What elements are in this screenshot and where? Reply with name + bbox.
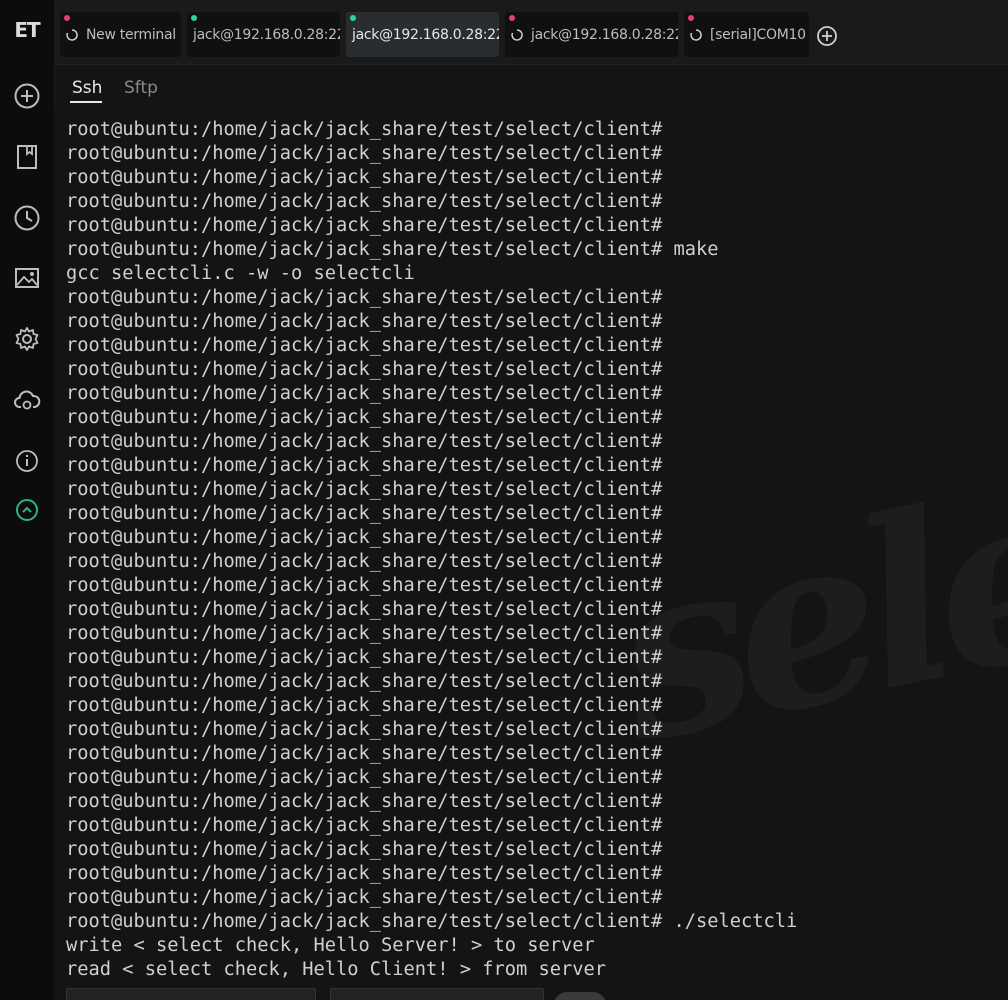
terminal-line: root@ubuntu:/home/jack/jack_share/test/s… <box>66 239 719 260</box>
settings-button[interactable] <box>11 323 43 355</box>
bookmarks-button[interactable] <box>11 141 43 173</box>
terminal-line: root@ubuntu:/home/jack/jack_share/test/s… <box>66 647 663 668</box>
collapse-button[interactable] <box>11 494 43 526</box>
image-icon <box>15 268 39 288</box>
tab-label: [serial]COM10 <box>710 26 806 43</box>
loading-spinner-icon <box>66 28 78 41</box>
tab-ssh-2[interactable]: jack@192.168.0.28:22 <box>346 12 499 57</box>
plus-circle-icon <box>14 83 40 109</box>
batch-input-field[interactable] <box>330 988 544 1000</box>
terminal-line: root@ubuntu:/home/jack/jack_share/test/s… <box>66 719 663 740</box>
chevron-up-circle-icon <box>16 499 38 521</box>
tab-serial[interactable]: [serial]COM10 <box>684 12 809 57</box>
bookmark-icon <box>17 145 37 169</box>
terminal-line: root@ubuntu:/home/jack/jack_share/test/s… <box>66 143 663 164</box>
status-dot <box>350 15 356 21</box>
app-window: ET New terminal jack@192.168.0.28:22 jac… <box>0 0 1008 1000</box>
terminal-line: root@ubuntu:/home/jack/jack_share/test/s… <box>66 887 663 908</box>
info-icon <box>16 450 38 472</box>
terminal-line: root@ubuntu:/home/jack/jack_share/test/s… <box>66 671 663 692</box>
terminal-line: root@ubuntu:/home/jack/jack_share/test/s… <box>66 407 663 428</box>
gear-icon <box>15 327 39 351</box>
terminal-line: root@ubuntu:/home/jack/jack_share/test/s… <box>66 599 663 620</box>
terminal-line: root@ubuntu:/home/jack/jack_share/test/s… <box>66 431 663 452</box>
bottom-bar <box>54 978 1008 1000</box>
terminal-line: write < select check, Hello Server! > to… <box>66 935 595 956</box>
terminal-line: root@ubuntu:/home/jack/jack_share/test/s… <box>66 527 663 548</box>
tab-label: jack@192.168.0.28:22 <box>531 26 678 43</box>
history-button[interactable] <box>11 202 43 234</box>
status-dot <box>688 15 694 21</box>
terminal-line: root@ubuntu:/home/jack/jack_share/test/s… <box>66 215 663 236</box>
terminal-line: root@ubuntu:/home/jack/jack_share/test/s… <box>66 623 663 644</box>
gallery-button[interactable] <box>11 262 43 294</box>
terminal-line: gcc selectcli.c -w -o selectcli <box>66 263 415 284</box>
loading-spinner-icon <box>511 28 523 41</box>
terminal-line: root@ubuntu:/home/jack/jack_share/test/s… <box>66 791 663 812</box>
terminal-line: root@ubuntu:/home/jack/jack_share/test/s… <box>66 695 663 716</box>
tab-ssh-3[interactable]: jack@192.168.0.28:22 <box>505 12 678 57</box>
terminal-line: root@ubuntu:/home/jack/jack_share/test/s… <box>66 575 663 596</box>
terminal-line: root@ubuntu:/home/jack/jack_share/test/s… <box>66 335 663 356</box>
status-dot <box>64 15 70 21</box>
terminal-line: root@ubuntu:/home/jack/jack_share/test/s… <box>66 815 663 836</box>
tab-ssh-1[interactable]: jack@192.168.0.28:22 <box>187 12 340 57</box>
status-dot <box>191 15 197 21</box>
terminal-output[interactable]: select root@ubuntu:/home/jack/jack_share… <box>54 108 1008 978</box>
terminal-lines: root@ubuntu:/home/jack/jack_share/test/s… <box>66 118 797 978</box>
terminal-line: root@ubuntu:/home/jack/jack_share/test/s… <box>66 551 663 572</box>
tab-label: New terminal <box>86 26 176 43</box>
clock-icon <box>14 205 40 231</box>
tab-label: jack@192.168.0.28:22 <box>193 26 340 43</box>
sidebar: ET <box>0 0 55 1000</box>
terminal-line: root@ubuntu:/home/jack/jack_share/test/s… <box>66 839 663 860</box>
subtab-ssh[interactable]: Ssh <box>72 78 102 98</box>
app-logo: ET <box>14 18 40 42</box>
terminal-line: root@ubuntu:/home/jack/jack_share/test/s… <box>66 359 663 380</box>
terminal-line: root@ubuntu:/home/jack/jack_share/test/s… <box>66 311 663 332</box>
terminal-line: root@ubuntu:/home/jack/jack_share/test/s… <box>66 767 663 788</box>
terminal-line: root@ubuntu:/home/jack/jack_share/test/s… <box>66 863 663 884</box>
terminal-line: root@ubuntu:/home/jack/jack_share/test/s… <box>66 191 663 212</box>
terminal-line: root@ubuntu:/home/jack/jack_share/test/s… <box>66 383 663 404</box>
loading-spinner-icon <box>690 28 702 41</box>
terminal-line: root@ubuntu:/home/jack/jack_share/test/s… <box>66 479 663 500</box>
terminal-line: root@ubuntu:/home/jack/jack_share/test/s… <box>66 167 663 188</box>
cloud-sync-icon <box>14 390 41 410</box>
new-connection-button[interactable] <box>11 80 43 112</box>
terminal-line: root@ubuntu:/home/jack/jack_share/test/s… <box>66 911 798 932</box>
terminal-line: root@ubuntu:/home/jack/jack_share/test/s… <box>66 455 663 476</box>
subtab-active-indicator <box>70 101 102 103</box>
terminal-line: root@ubuntu:/home/jack/jack_share/test/s… <box>66 503 663 524</box>
tab-label: jack@192.168.0.28:22 <box>352 26 499 43</box>
cloud-sync-button[interactable] <box>11 384 43 416</box>
add-tab-icon[interactable] <box>816 25 838 47</box>
about-button[interactable] <box>11 445 43 477</box>
terminal-line: root@ubuntu:/home/jack/jack_share/test/s… <box>66 119 663 140</box>
status-dot <box>509 15 515 21</box>
quick-command-select[interactable] <box>66 988 316 1000</box>
terminal-line: root@ubuntu:/home/jack/jack_share/test/s… <box>66 287 663 308</box>
terminal-line: root@ubuntu:/home/jack/jack_share/test/s… <box>66 743 663 764</box>
batch-toggle[interactable] <box>554 992 606 1000</box>
subtab-sftp[interactable]: Sftp <box>124 78 158 98</box>
tab-new-terminal[interactable]: New terminal <box>60 12 181 57</box>
terminal-line: read < select check, Hello Client! > fro… <box>66 959 607 978</box>
